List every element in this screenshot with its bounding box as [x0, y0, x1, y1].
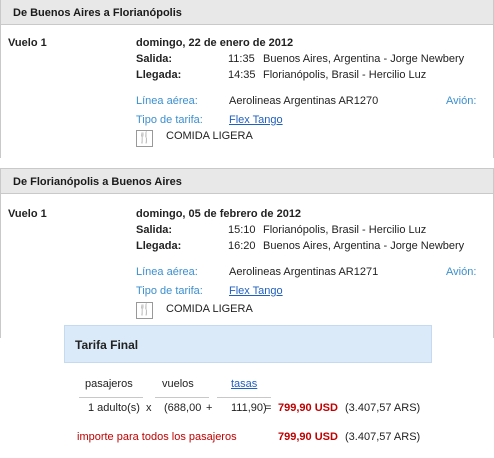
- col-flights: vuelos: [162, 378, 194, 390]
- leg-return: De Florianópolis a Buenos Aires Vuelo 1 …: [0, 168, 494, 338]
- divider: [155, 397, 209, 398]
- fare-type-label: Tipo de tarifa:: [136, 285, 203, 297]
- fare-summary: Tarifa Final: [64, 325, 432, 363]
- leg-outbound: De Buenos Aires a Florianópolis Vuelo 1 …: [0, 0, 494, 158]
- airline-value: Aerolineas Argentinas AR1271: [229, 266, 379, 278]
- arrival-time: 16:20: [228, 240, 256, 252]
- divider: [79, 397, 143, 398]
- taxes-value: 111,90): [231, 402, 267, 414]
- total-label: importe para todos los pasajeros: [77, 431, 237, 443]
- divider: [217, 397, 271, 398]
- leg-title: De Buenos Aires a Florianópolis: [1, 0, 493, 25]
- departure-label: Salida:: [136, 53, 173, 65]
- departure-time: 11:35: [228, 53, 255, 65]
- flight-date: domingo, 22 de enero de 2012: [136, 37, 294, 49]
- arrival-label: Llegada:: [136, 69, 182, 81]
- multiply-sign: x: [146, 402, 152, 414]
- arrival-place: Buenos Aires, Argentina - Jorge Newbery: [263, 240, 465, 252]
- arrival-time: 14:35: [228, 69, 256, 81]
- taxes-link[interactable]: tasas: [231, 378, 257, 390]
- aircraft-label: Avión:: [446, 95, 477, 107]
- col-passengers: pasajeros: [85, 378, 133, 390]
- meal-label: COMIDA LIGERA: [166, 130, 253, 142]
- total-usd: 799,90 USD: [278, 431, 338, 443]
- airline-label: Línea aérea:: [136, 95, 198, 107]
- equals-sign: =: [265, 402, 272, 414]
- airline-value: Aerolineas Argentinas AR1270: [229, 95, 379, 107]
- total-ars: (3.407,57 ARS): [345, 431, 421, 443]
- departure-label: Salida:: [136, 224, 173, 236]
- fork-knife-icon: 🍴: [136, 130, 153, 147]
- departure-time: 15:10: [228, 224, 256, 236]
- plus-sign: +: [206, 402, 213, 414]
- subtotal-usd: 799,90 USD: [278, 402, 338, 414]
- arrival-place: Florianópolis, Brasil - Hercilio Luz: [263, 69, 427, 81]
- airline-label: Línea aérea:: [136, 266, 198, 278]
- fork-knife-icon: 🍴: [136, 302, 153, 319]
- subtotal-ars: (3.407,57 ARS): [345, 402, 421, 414]
- aircraft-label: Avión:: [446, 266, 477, 278]
- passenger-count: 1 adulto(s): [88, 402, 140, 414]
- departure-place: Florianópolis, Brasil - Hercilio Luz: [263, 224, 427, 236]
- arrival-label: Llegada:: [136, 240, 182, 252]
- flight-label: Vuelo 1: [8, 37, 47, 49]
- flight-fare: (688,00: [164, 402, 202, 414]
- departure-place: Buenos Aires, Argentina - Jorge Newbery: [263, 53, 465, 65]
- leg-title: De Florianópolis a Buenos Aires: [1, 168, 493, 194]
- fare-type-link[interactable]: Flex Tango: [229, 114, 283, 126]
- fare-title: Tarifa Final: [64, 325, 432, 363]
- fare-type-label: Tipo de tarifa:: [136, 114, 203, 126]
- fare-type-link[interactable]: Flex Tango: [229, 285, 283, 297]
- flight-date: domingo, 05 de febrero de 2012: [136, 208, 302, 220]
- meal-label: COMIDA LIGERA: [166, 303, 253, 315]
- flight-label: Vuelo 1: [8, 208, 47, 220]
